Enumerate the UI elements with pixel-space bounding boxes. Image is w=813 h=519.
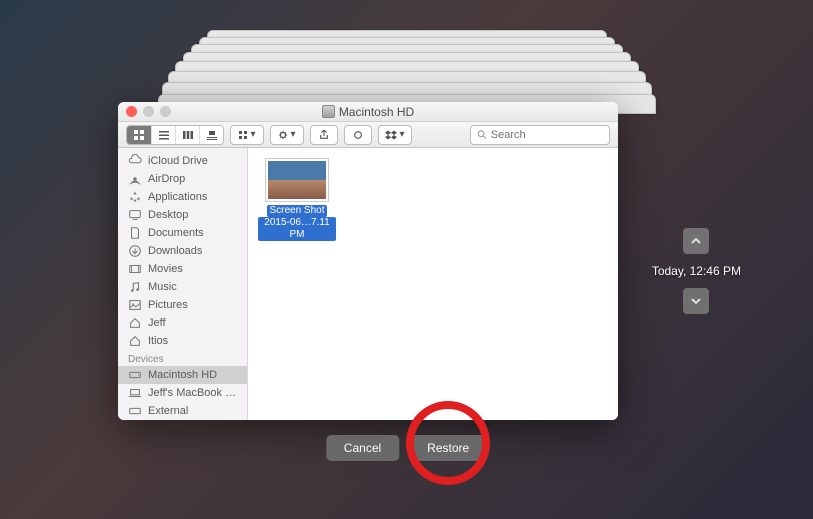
apps-icon — [128, 190, 142, 204]
sidebar-item-pictures[interactable]: Pictures — [118, 296, 247, 314]
restore-button[interactable]: Restore — [409, 435, 487, 461]
traffic-lights — [126, 106, 171, 117]
sidebar: iCloud Drive AirDrop Applications Deskto… — [118, 148, 248, 420]
sidebar-item-applications[interactable]: Applications — [118, 188, 247, 206]
minimize-icon — [143, 106, 154, 117]
window-title-text: Macintosh HD — [339, 105, 414, 119]
view-list-button[interactable] — [151, 126, 175, 144]
sidebar-item-airdrop[interactable]: AirDrop — [118, 170, 247, 188]
sidebar-devices-header: Devices — [118, 350, 247, 366]
view-column-button[interactable] — [175, 126, 199, 144]
sidebar-item-label: Desktop — [148, 209, 188, 221]
downloads-icon — [128, 244, 142, 258]
sidebar-item-label: Itios — [148, 335, 168, 347]
home-icon — [128, 316, 142, 330]
home-icon — [128, 334, 142, 348]
timeline-timestamp: Today, 12:46 PM — [652, 264, 741, 278]
documents-icon — [128, 226, 142, 240]
tags-button[interactable] — [344, 125, 372, 145]
file-item[interactable]: Screen Shot 2015-06…7.11 PM — [258, 158, 336, 241]
sidebar-item-label: Pictures — [148, 299, 188, 311]
file-name: Screen Shot 2015-06…7.11 PM — [258, 205, 336, 241]
sidebar-item-label: Jeff — [148, 317, 166, 329]
arrange-button[interactable]: ▾ — [230, 125, 264, 145]
titlebar[interactable]: Macintosh HD — [118, 102, 618, 122]
action-button[interactable]: ▾ — [270, 125, 304, 145]
share-button[interactable] — [310, 125, 338, 145]
sidebar-item-desktop[interactable]: Desktop — [118, 206, 247, 224]
sidebar-item-label: Downloads — [148, 245, 202, 257]
view-mode-segment — [126, 125, 224, 145]
sidebar-item-label: Movies — [148, 263, 183, 275]
search-icon — [477, 129, 487, 140]
sidebar-item-music[interactable]: Music — [118, 278, 247, 296]
sidebar-item-movies[interactable]: Movies — [118, 260, 247, 278]
search-input[interactable] — [491, 129, 603, 141]
window-title: Macintosh HD — [322, 105, 414, 119]
sidebar-item-jeff[interactable]: Jeff — [118, 314, 247, 332]
laptop-icon — [128, 386, 142, 400]
sidebar-item-label: External — [148, 405, 188, 417]
sidebar-item-documents[interactable]: Documents — [118, 224, 247, 242]
sidebar-item-icloud[interactable]: iCloud Drive — [118, 152, 247, 170]
timeline-down-button[interactable] — [683, 288, 709, 314]
finder-window: Macintosh HD ▾ ▾ ▾ iCloud Drive AirDrop … — [118, 102, 618, 420]
action-buttons: Cancel Restore — [326, 435, 487, 461]
pictures-icon — [128, 298, 142, 312]
search-field[interactable] — [470, 125, 610, 145]
file-thumbnail — [265, 158, 329, 202]
sidebar-item-external[interactable]: External — [118, 402, 247, 420]
sidebar-item-macbook[interactable]: Jeff's MacBook Pr… — [118, 384, 247, 402]
timeline-up-button[interactable] — [683, 228, 709, 254]
hd-icon — [322, 105, 335, 118]
cancel-button[interactable]: Cancel — [326, 435, 399, 461]
sidebar-item-itios[interactable]: Itios — [118, 332, 247, 350]
movies-icon — [128, 262, 142, 276]
music-icon — [128, 280, 142, 294]
hd-icon — [128, 404, 142, 418]
sidebar-item-label: Macintosh HD — [148, 369, 217, 381]
sidebar-item-label: Jeff's MacBook Pr… — [148, 387, 237, 399]
dropbox-button[interactable]: ▾ — [378, 125, 412, 145]
zoom-icon — [160, 106, 171, 117]
timeline-controls: Today, 12:46 PM — [652, 228, 741, 314]
view-coverflow-button[interactable] — [199, 126, 223, 144]
view-icon-button[interactable] — [127, 126, 151, 144]
sidebar-item-label: Documents — [148, 227, 204, 239]
desktop-icon — [128, 208, 142, 222]
sidebar-item-label: iCloud Drive — [148, 155, 208, 167]
sidebar-item-label: Music — [148, 281, 177, 293]
close-icon[interactable] — [126, 106, 137, 117]
file-grid[interactable]: Screen Shot 2015-06…7.11 PM — [248, 148, 618, 420]
sidebar-item-macintosh-hd[interactable]: Macintosh HD — [118, 366, 247, 384]
hd-icon — [128, 368, 142, 382]
airdrop-icon — [128, 172, 142, 186]
toolbar: ▾ ▾ ▾ — [118, 122, 618, 148]
sidebar-item-label: Applications — [148, 191, 207, 203]
sidebar-item-downloads[interactable]: Downloads — [118, 242, 247, 260]
sidebar-item-label: AirDrop — [148, 173, 185, 185]
cloud-icon — [128, 154, 142, 168]
